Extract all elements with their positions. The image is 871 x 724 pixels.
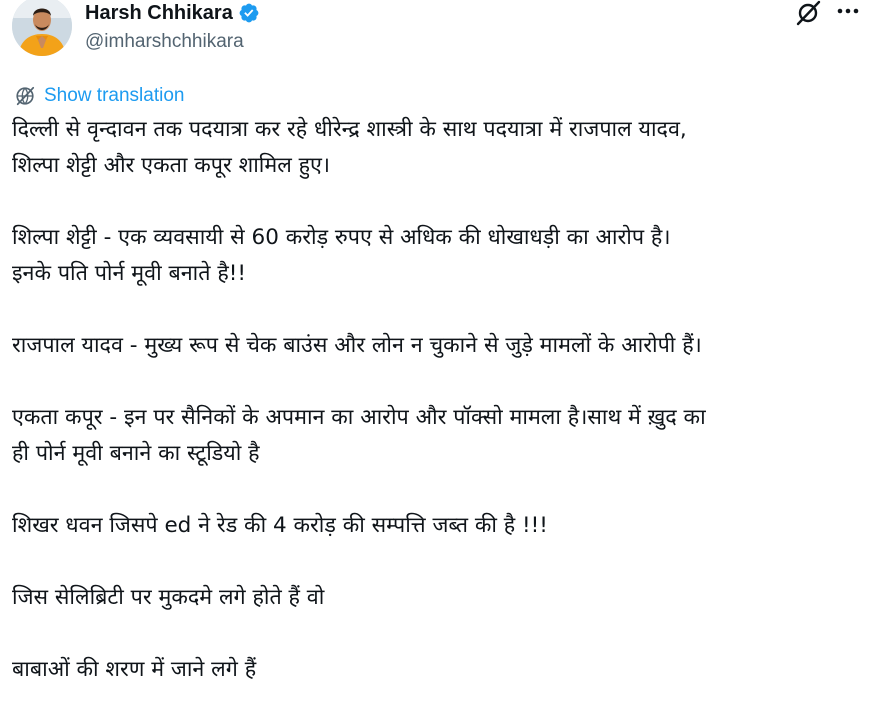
avatar-image [12, 0, 72, 56]
tweet-line: शिल्पा शेट्टी और एकता कपूर शामिल हुए। [12, 153, 331, 178]
tweet-paragraph: राजपाल यादव - मुख्य रूप से चेक बाउंस और … [12, 328, 864, 364]
tweet-paragraph: बाबाओं की शरण में जाने लगे हैं [12, 652, 864, 688]
translate-globe-icon [14, 85, 36, 107]
tweet-line: एकता कपूर - इन पर सैनिकों के अपमान का आर… [12, 405, 706, 430]
tweet-text: दिल्ली से वृन्दावन तक पदयात्रा कर रहे धी… [12, 112, 864, 724]
tweet-paragraph: जिस सेलिब्रिटी पर मुकदमे लगे होते हैं वो [12, 580, 864, 616]
tweet-line: शिल्पा शेट्टी - एक व्यवसायी से 60 करोड़ … [12, 225, 671, 250]
show-translation-link[interactable]: Show translation [14, 84, 184, 108]
avatar[interactable] [12, 0, 72, 56]
author-name-row: Harsh Chhikara [85, 0, 260, 26]
grok-button[interactable] [793, 0, 823, 26]
tweet-line: शिखर धवन जिसपे ed ने रेड की 4 करोड़ की स… [12, 513, 548, 538]
tweet-line: बाबाओं की शरण में जाने लगे हैं [12, 657, 257, 682]
tweet-line: राजपाल यादव - मुख्य रूप से चेक बाउंस और … [12, 333, 702, 358]
tweet-paragraph: शिखर धवन जिसपे ed ने रेड की 4 करोड़ की स… [12, 508, 864, 544]
grok-icon [796, 0, 821, 26]
tweet-line: ही पोर्न मूवी बनाने का स्टूडियो है [12, 441, 260, 466]
tweet-paragraph: एकता कपूर - इन पर सैनिकों के अपमान का आर… [12, 400, 864, 472]
more-icon [837, 8, 859, 14]
more-options-button[interactable] [833, 0, 863, 26]
author-handle[interactable]: @imharshchhikara [85, 31, 244, 53]
tweet-header: Harsh Chhikara @imharshchhikara [0, 0, 871, 70]
tweet-line: दिल्ली से वृन्दावन तक पदयात्रा कर रहे धी… [12, 117, 687, 142]
verified-badge-icon [238, 2, 260, 24]
tweet-line: इनके पति पोर्न मूवी बनाते है!! [12, 261, 246, 286]
show-translation-label: Show translation [44, 85, 185, 106]
tweet-line: जिस सेलिब्रिटी पर मुकदमे लगे होते हैं वो [12, 585, 325, 610]
author-name[interactable]: Harsh Chhikara [85, 2, 233, 25]
tweet-paragraph: शिल्पा शेट्टी - एक व्यवसायी से 60 करोड़ … [12, 220, 864, 292]
tweet-paragraph: दिल्ली से वृन्दावन तक पदयात्रा कर रहे धी… [12, 112, 864, 184]
